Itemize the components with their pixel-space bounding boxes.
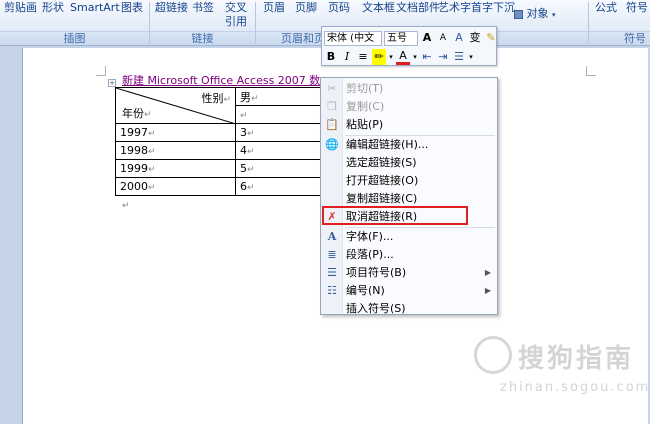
decrease-indent-icon[interactable]: ⇤ xyxy=(420,49,434,65)
menu-item-edit-hyperlink[interactable]: 🌐 编辑超链接(H)... xyxy=(321,136,497,154)
format-painter-icon[interactable]: ✎ xyxy=(484,30,498,46)
chevron-down-icon[interactable]: ▾ xyxy=(388,49,394,65)
font-name-select[interactable]: 宋体 (中文 xyxy=(324,30,382,46)
menu-item-paste[interactable]: 📋 粘贴(P) xyxy=(321,116,497,134)
bold-button[interactable]: B xyxy=(324,49,338,65)
mini-toolbar: 宋体 (中文 五号 A A A 变 ✎ B I ≡ ✏ ▾ A ▾ ⇤ ⇥ ☰ … xyxy=(321,26,497,66)
chevron-down-icon: ▾ xyxy=(552,11,556,19)
menu-item-numbering[interactable]: ☷ 编号(N) ▶ xyxy=(321,282,497,300)
submenu-arrow-icon: ▶ xyxy=(484,286,491,295)
watermark-title: 搜狗指南 xyxy=(518,344,635,374)
quick-parts-button[interactable]: 文档部件 xyxy=(396,1,440,14)
year-cell: 1997↵ xyxy=(115,123,236,142)
object-button[interactable]: 对象 ▾ xyxy=(514,7,556,22)
table-row: 1999↵ 5↵ xyxy=(115,159,322,178)
table-row: 1997↵ 3↵ xyxy=(115,123,322,142)
highlight-box xyxy=(322,206,468,225)
table-move-handle-icon[interactable]: + xyxy=(108,79,116,87)
bullets-icon[interactable]: ☰ xyxy=(452,49,466,65)
font-size-select[interactable]: 五号 xyxy=(384,30,418,46)
menu-item-copy[interactable]: ❐ 复制(C) xyxy=(321,98,497,116)
object-icon xyxy=(514,9,523,19)
paragraph-icon: ≣ xyxy=(327,248,337,261)
clipart-button[interactable]: 剪贴画 xyxy=(4,1,37,14)
data-table: 性别↵ 年份↵ 男↵ ↵ 1997↵ 3↵ 1998↵ 4↵ 1999↵ 5↵ … xyxy=(115,87,322,196)
group-label-symbols: 符号 xyxy=(589,31,650,45)
numbering-icon: ☷ xyxy=(327,284,337,297)
paste-icon: 📋 xyxy=(325,118,339,131)
chart-button[interactable]: 图表 xyxy=(121,1,143,14)
submenu-arrow-icon: ▶ xyxy=(484,268,491,277)
increase-indent-icon[interactable]: ⇥ xyxy=(436,49,450,65)
year-cell: 2000↵ xyxy=(115,177,236,196)
margin-corner-mark xyxy=(96,66,106,76)
watermark-logo-icon xyxy=(474,336,512,374)
column-header-male: 男↵ xyxy=(235,87,322,106)
font-icon: A xyxy=(327,230,337,243)
equation-button[interactable]: 公式 xyxy=(595,1,617,14)
grow-font-button[interactable]: A xyxy=(420,30,434,46)
textbox-button[interactable]: 文本框 xyxy=(362,1,395,14)
table-row: 1998↵ 4↵ xyxy=(115,141,322,160)
page-number-button[interactable]: 页码 xyxy=(328,1,350,14)
symbol-button[interactable]: 符号 xyxy=(626,1,648,14)
value-cell: 4↵ xyxy=(235,141,322,160)
menu-item-bullets[interactable]: ☰ 项目符号(B) ▶ xyxy=(321,264,497,282)
shrink-font-button[interactable]: A xyxy=(436,30,450,46)
group-label-illustrations: 插图 xyxy=(0,31,149,45)
table-row: 2000↵ 6↵ xyxy=(115,177,322,196)
diagonal-header-cell: 性别↵ 年份↵ xyxy=(115,87,236,124)
context-menu: ✂ 剪切(T) ❐ 复制(C) 📋 粘贴(P) 🌐 编辑超链接(H)... 选定… xyxy=(320,77,498,315)
value-cell: 5↵ xyxy=(235,159,322,178)
header-button[interactable]: 页眉 xyxy=(263,1,285,14)
hyperlink-text[interactable]: 新建 Microsoft Office Access 2007 数据库.accd… xyxy=(122,72,322,88)
watermark-url: zhinan.sogou.com xyxy=(500,380,650,395)
font-color-button[interactable]: A xyxy=(396,49,410,65)
wordart-button[interactable]: 艺术字 xyxy=(438,1,471,14)
year-cell: 1998↵ xyxy=(115,141,236,160)
header-year: 年份 xyxy=(122,107,144,120)
menu-item-font[interactable]: A 字体(F)... xyxy=(321,228,497,246)
menu-item-insert-symbol[interactable]: 插入符号(S) xyxy=(321,300,497,318)
menu-item-paragraph[interactable]: ≣ 段落(P)... xyxy=(321,246,497,264)
edit-link-icon: 🌐 xyxy=(325,138,339,151)
phonetic-button[interactable]: 变 xyxy=(468,30,482,46)
cross-reference-button[interactable]: 交叉 xyxy=(225,1,247,14)
highlight-icon[interactable]: ✏ xyxy=(372,49,386,65)
year-cell: 1999↵ xyxy=(115,159,236,178)
italic-button[interactable]: I xyxy=(340,49,354,65)
center-button[interactable]: ≡ xyxy=(356,49,370,65)
chevron-down-icon[interactable]: ▾ xyxy=(412,49,418,65)
menu-item-select-hyperlink[interactable]: 选定超链接(S) xyxy=(321,154,497,172)
bullets-icon: ☰ xyxy=(327,266,337,279)
bookmark-button[interactable]: 书签 xyxy=(192,1,214,14)
paragraph-mark: ↵ xyxy=(122,201,130,211)
smartart-button[interactable]: SmartArt xyxy=(70,1,120,14)
copy-icon: ❐ xyxy=(327,100,337,113)
chevron-down-icon[interactable]: ▾ xyxy=(468,49,474,65)
scissors-icon: ✂ xyxy=(327,82,337,95)
header-sex: 性别 xyxy=(201,92,224,105)
value-cell: 3↵ xyxy=(235,123,322,142)
cross-reference-line2: 引用 xyxy=(225,15,247,28)
menu-item-cut[interactable]: ✂ 剪切(T) xyxy=(321,80,497,98)
margin-corner-mark xyxy=(586,66,596,76)
group-label-links: 链接 xyxy=(150,31,255,45)
menu-item-open-hyperlink[interactable]: 打开超链接(O) xyxy=(321,172,497,190)
styles-button[interactable]: A xyxy=(452,30,466,46)
shapes-button[interactable]: 形状 xyxy=(42,1,64,14)
empty-cell: ↵ xyxy=(235,105,322,124)
footer-button[interactable]: 页脚 xyxy=(295,1,317,14)
dropcap-button[interactable]: 首字下沉 xyxy=(471,1,515,14)
value-cell: 6↵ xyxy=(235,177,322,196)
hyperlink-button[interactable]: 超链接 xyxy=(155,1,188,14)
